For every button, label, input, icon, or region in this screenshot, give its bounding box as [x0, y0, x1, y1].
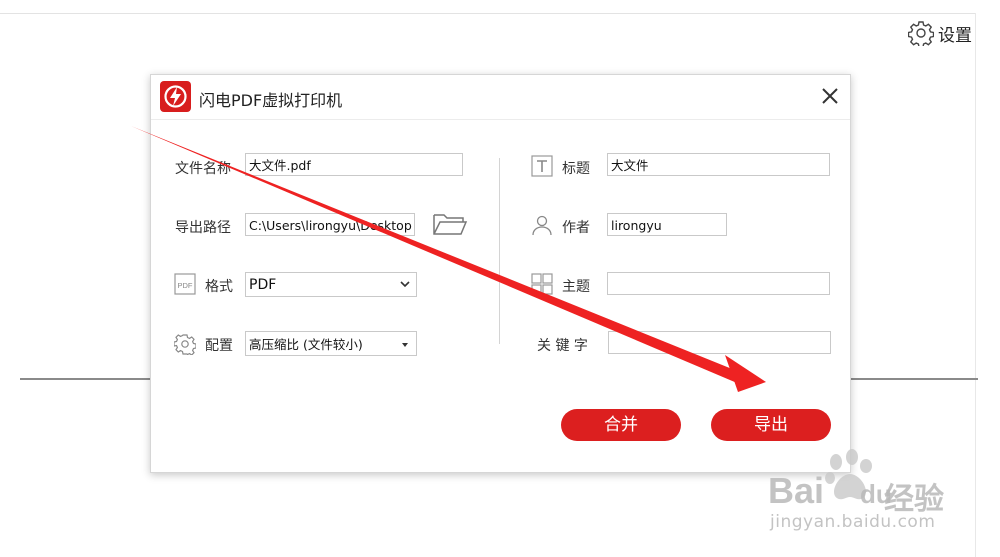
filename-label: 文件名称 — [175, 161, 231, 177]
settings-label: 设置 — [938, 25, 972, 46]
text-title-icon — [531, 155, 553, 177]
path-input[interactable]: C:\Users\lirongyu\Desktop — [245, 213, 415, 236]
dialog-titlebar: 闪电PDF虚拟打印机 — [151, 75, 850, 120]
author-input[interactable]: lirongyu — [607, 213, 727, 236]
column-divider — [499, 158, 500, 344]
subject-tiles-icon — [531, 273, 553, 295]
lightning-pdf-logo-icon — [160, 81, 191, 112]
path-label: 导出路径 — [175, 220, 231, 236]
merge-button[interactable]: 合并 — [561, 409, 681, 441]
subject-input[interactable] — [607, 272, 830, 295]
window-top-border — [0, 13, 975, 14]
watermark-brand: Bai du — [768, 470, 892, 512]
svg-text:PDF: PDF — [178, 281, 193, 290]
author-label: 作者 — [562, 220, 590, 236]
pdf-file-icon: PDF — [174, 273, 196, 295]
export-button[interactable]: 导出 — [711, 409, 831, 441]
title-label: 标题 — [562, 161, 590, 177]
config-label: 配置 — [205, 338, 233, 354]
title-input[interactable]: 大文件 — [607, 153, 830, 176]
config-select-value: 高压缩比 (文件较小) — [249, 337, 363, 352]
filename-input[interactable]: 大文件.pdf — [245, 153, 463, 176]
format-select[interactable]: PDF — [245, 272, 417, 297]
window-right-border — [975, 13, 976, 557]
caret-down-icon — [402, 343, 408, 347]
close-icon[interactable] — [818, 84, 842, 108]
user-icon — [532, 215, 552, 236]
dialog-title: 闪电PDF虚拟打印机 — [199, 91, 343, 110]
format-select-value: PDF — [249, 277, 277, 293]
chevron-down-icon — [400, 281, 410, 288]
keywords-input[interactable] — [608, 331, 831, 354]
folder-open-icon[interactable] — [432, 211, 468, 237]
config-select[interactable]: 高压缩比 (文件较小) — [245, 331, 417, 356]
config-gear-icon — [174, 334, 196, 355]
watermark-brand-text: Bai — [768, 470, 825, 511]
watermark-url: jingyan.baidu.com — [770, 512, 936, 532]
subject-label: 主题 — [562, 279, 590, 295]
print-dialog: 闪电PDF虚拟打印机 文件名称 大文件.pdf 导出路径 C:\Users\li… — [150, 74, 851, 473]
format-label: 格式 — [205, 279, 233, 295]
gear-icon — [908, 21, 934, 46]
settings-button[interactable]: 设置 — [908, 20, 972, 46]
keywords-label: 关 键 字 — [537, 338, 588, 354]
